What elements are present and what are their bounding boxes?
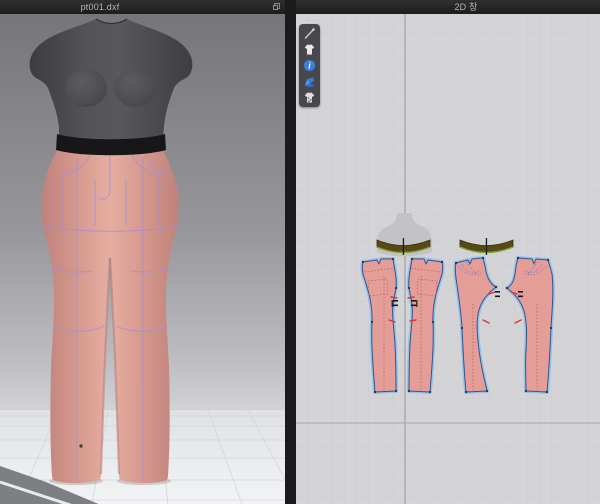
panel-divider[interactable] (285, 0, 296, 504)
titlebar-2d[interactable]: 2D 창 (296, 0, 600, 14)
pin-dot (79, 444, 82, 447)
2d-grid (296, 14, 600, 504)
float-window-icon[interactable] (273, 3, 280, 10)
garment-toggle-icon[interactable] (301, 42, 318, 57)
avatar-bust-left (65, 69, 107, 107)
stitch-edit-tool-icon[interactable] (301, 26, 318, 41)
pattern-info-icon[interactable]: i (301, 58, 318, 73)
viewport-2d[interactable]: i (296, 14, 600, 504)
titlebar-3d[interactable]: pt001.dxf (0, 0, 285, 14)
clo-app-window: pt001.dxf (0, 0, 600, 504)
viewport-3d[interactable] (0, 14, 286, 504)
panel-3d-title: pt001.dxf (0, 0, 200, 15)
2d-toolbar: i (299, 24, 320, 107)
panel-2d-title: 2D 창 (332, 0, 600, 15)
fabric-toggle-icon[interactable] (301, 74, 318, 89)
avatar-bust-right (114, 69, 156, 107)
texture-toggle-icon[interactable] (301, 90, 318, 105)
